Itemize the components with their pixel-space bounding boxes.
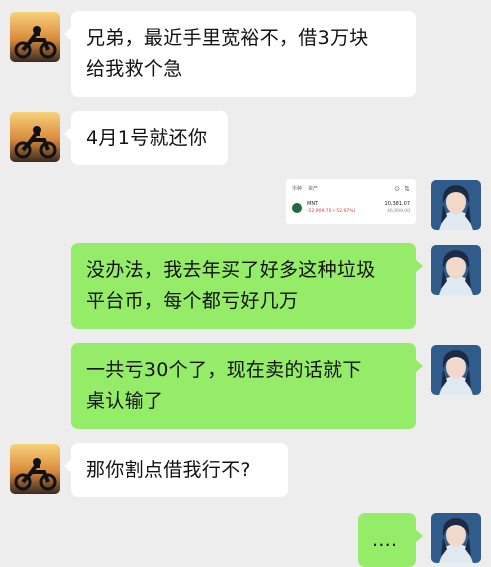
coin-name: MNT <box>307 201 319 207</box>
friend-avatar[interactable] <box>10 112 60 162</box>
message-bubble: 一共亏30个了，现在卖的话就下 桌认输了 <box>71 343 423 429</box>
my-avatar[interactable] <box>431 345 481 395</box>
tab-coin: 币种 <box>292 186 303 192</box>
coin-icon <box>292 202 302 213</box>
friend-avatar[interactable] <box>10 12 60 62</box>
message-bubble: 4月1号就还你 <box>64 111 228 165</box>
message-bubble: 那你割点借我行不? <box>64 443 288 497</box>
sort-icon: ⇅ <box>404 184 410 193</box>
my-avatar[interactable] <box>431 245 481 295</box>
friend-avatar[interactable] <box>10 444 60 494</box>
message-bubble: .... <box>358 513 423 567</box>
my-avatar[interactable] <box>431 180 481 230</box>
asset-value: 10,381.07 <box>384 201 410 207</box>
message-bubble: 兄弟，最近手里宽裕不，借3万块 给我救个急 <box>64 11 416 97</box>
tab-assets: 资产 <box>308 186 319 192</box>
eye-icon: ⊙ <box>394 184 401 193</box>
message-bubble: 没办法，我去年买了好多这种垃圾 平台币，每个都亏好几万 <box>71 243 423 329</box>
asset-cost: 46,909.00 <box>387 209 410 214</box>
loss-amount: -52,909.70 (-52.97%) <box>307 209 356 214</box>
asset-screenshot-card[interactable]: 币种 资产 ⊙ ⇅ MNT -52,909.70 (-52.97%) 10,381.… <box>286 179 416 224</box>
my-avatar[interactable] <box>431 513 481 563</box>
